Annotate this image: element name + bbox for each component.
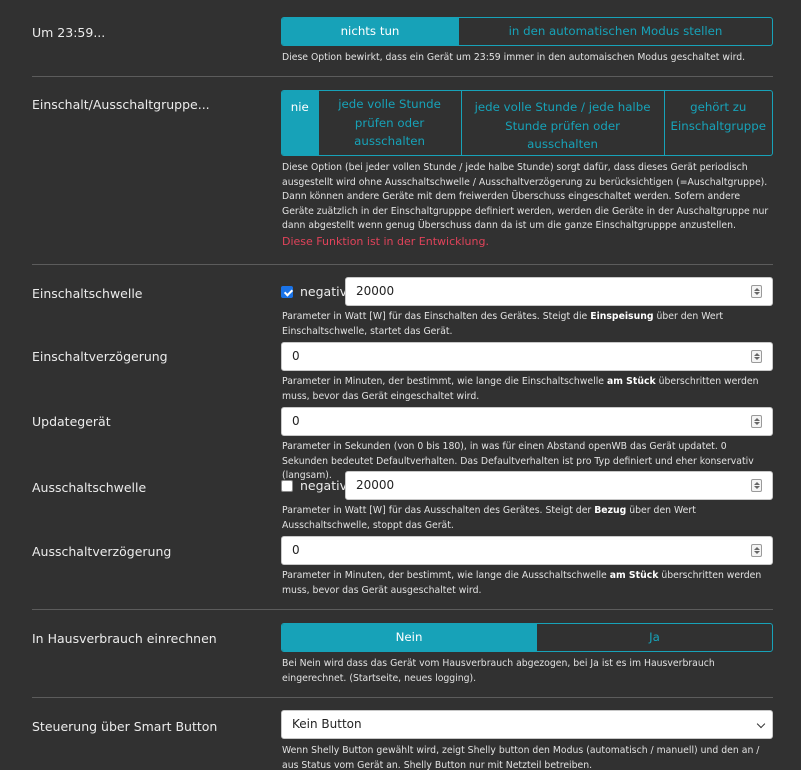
divider [32, 264, 773, 265]
switch-group-help: Diese Option (bei jeder vollen Stunde / … [282, 162, 769, 232]
hausverbrauch-button-group: Nein Ja [281, 623, 773, 652]
auto-mode-help: Diese Option bewirkt, dass ein Gerät um … [282, 52, 746, 63]
hausverbrauch-option-nein[interactable]: Nein [282, 624, 536, 651]
switch-group-warning: Diese Funktion ist in der Entwicklung. [282, 235, 489, 248]
updategeraet-input[interactable]: 0 [281, 407, 773, 436]
updategeraet-value: 0 [292, 414, 300, 428]
einschaltschwelle-negativ-toggle[interactable]: negativ [281, 277, 347, 306]
ausschaltverzoegerung-help: Parameter in Minuten, der bestimmt, wie … [282, 570, 762, 596]
einschaltverzoegerung-help: Parameter in Minuten, der bestimmt, wie … [282, 376, 759, 402]
smart-button-help: Wenn Shelly Button gewählt wird, zeigt S… [282, 745, 760, 770]
spinner-icon[interactable] [751, 544, 762, 557]
switch-group-option-halfhourly[interactable]: jede volle Stunde / jede halbe Stunde pr… [460, 91, 664, 155]
hausverbrauch-help: Bei Nein wird dass das Gerät vom Hausver… [282, 658, 715, 684]
switch-group-option-never[interactable]: nie [282, 91, 318, 155]
switch-group-button-group: nie jede volle Stunde prüfen oder aussch… [281, 90, 773, 156]
ausschaltschwelle-negativ-checkbox[interactable] [281, 479, 293, 492]
switch-group-option-member[interactable]: gehört zu Einschaltgruppe [663, 91, 773, 155]
smart-button-label: Steuerung über Smart Button [32, 719, 218, 734]
einschaltschwelle-value: 20000 [356, 284, 395, 298]
einschaltschwelle-help: Parameter in Watt [W] für das Einschalte… [282, 311, 724, 337]
ausschaltschwelle-negativ-toggle[interactable]: negativ [281, 471, 347, 500]
hausverbrauch-label: In Hausverbrauch einrechnen [32, 631, 217, 646]
auto-mode-button-group: nichts tun in den automatischen Modus st… [281, 17, 773, 46]
switch-group-option-hourly[interactable]: jede volle Stunde prüfen oder ausschalte… [317, 91, 461, 155]
spinner-icon[interactable] [751, 285, 762, 298]
ausschaltverzoegerung-value: 0 [292, 543, 300, 557]
ausschaltverzoegerung-input[interactable]: 0 [281, 536, 773, 565]
ausschaltschwelle-negativ-label: negativ [300, 478, 347, 493]
ausschaltverzoegerung-label: Ausschaltverzögerung [32, 544, 172, 559]
einschaltschwelle-label: Einschaltschwelle [32, 286, 143, 301]
einschaltschwelle-negativ-checkbox[interactable] [281, 285, 293, 298]
ausschaltschwelle-label: Ausschaltschwelle [32, 480, 147, 495]
einschaltverzoegerung-label: Einschaltverzögerung [32, 349, 168, 364]
divider [32, 76, 773, 77]
einschaltverzoegerung-input[interactable]: 0 [281, 342, 773, 371]
spinner-icon[interactable] [751, 479, 762, 492]
smart-button-selected: Kein Button [292, 717, 362, 731]
ausschaltschwelle-value: 20000 [356, 478, 395, 492]
ausschaltschwelle-input[interactable]: 20000 [345, 471, 773, 500]
auto-mode-option-auto[interactable]: in den automatischen Modus stellen [458, 18, 772, 45]
divider [32, 609, 773, 610]
einschaltschwelle-input[interactable]: 20000 [345, 277, 773, 306]
smart-button-select[interactable]: Kein Button [281, 710, 773, 739]
auto-mode-label: Um 23:59... [32, 25, 106, 40]
switch-group-label: Einschalt/Ausschaltgruppe... [32, 97, 210, 112]
einschaltschwelle-negativ-label: negativ [300, 284, 347, 299]
divider [32, 697, 773, 698]
ausschaltschwelle-help: Parameter in Watt [W] für das Ausschalte… [282, 505, 696, 531]
auto-mode-option-nothing[interactable]: nichts tun [282, 18, 458, 45]
updategeraet-label: Updategerät [32, 414, 111, 429]
spinner-icon[interactable] [751, 415, 762, 428]
einschaltverzoegerung-value: 0 [292, 349, 300, 363]
chevron-down-icon [756, 719, 766, 729]
hausverbrauch-option-ja[interactable]: Ja [536, 624, 772, 651]
spinner-icon[interactable] [751, 350, 762, 363]
